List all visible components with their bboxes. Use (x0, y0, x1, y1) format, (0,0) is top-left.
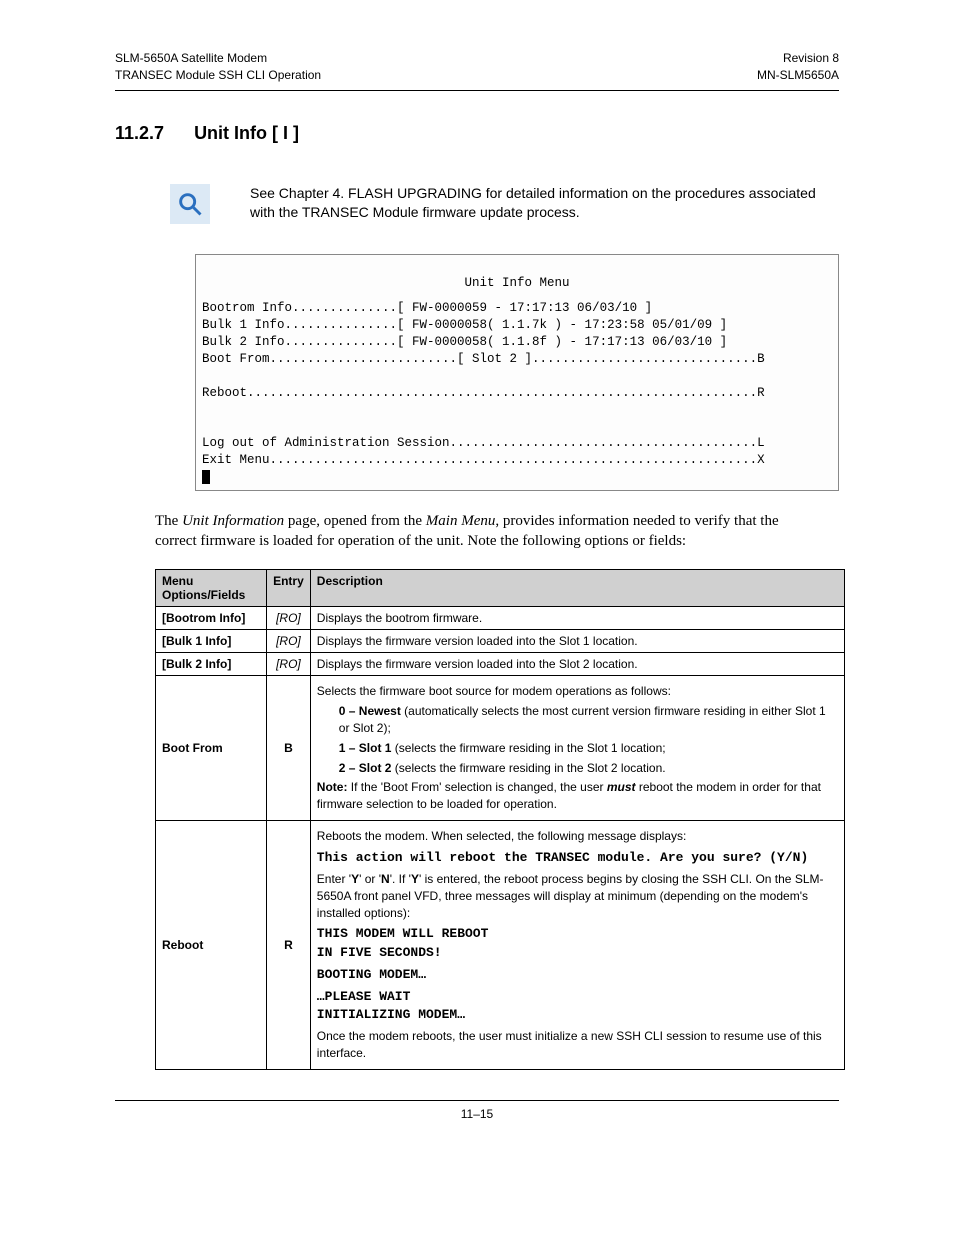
terminal-line: Bulk 1 Info...............[ FW-0000058( … (202, 318, 727, 332)
table-row: [Bulk 2 Info] [RO] Displays the firmware… (156, 653, 845, 676)
options-table: Menu Options/Fields Entry Description [B… (155, 569, 845, 1069)
col-header-entry: Entry (267, 570, 311, 607)
page-header: SLM-5650A Satellite Modem TRANSEC Module… (115, 50, 839, 84)
header-right-1: Revision 8 (757, 50, 839, 67)
terminal-line: Bulk 2 Info...............[ FW-0000058( … (202, 335, 727, 349)
terminal-line: Bootrom Info..............[ FW-0000059 -… (202, 301, 652, 315)
info-callout-text: See Chapter 4. FLASH UPGRADING for detai… (250, 184, 839, 223)
section-heading: 11.2.7 Unit Info [ I ] (115, 123, 839, 144)
terminal-title: Unit Info Menu (202, 275, 832, 292)
table-row: [Bootrom Info] [RO] Displays the bootrom… (156, 607, 845, 630)
page-footer: 11–15 (115, 1100, 839, 1121)
col-header-description: Description (310, 570, 844, 607)
terminal-cursor (202, 470, 210, 484)
header-left-2: TRANSEC Module SSH CLI Operation (115, 67, 321, 84)
col-header-options: Menu Options/Fields (156, 570, 267, 607)
table-row: Boot From B Selects the firmware boot so… (156, 676, 845, 821)
terminal-screenshot: Unit Info Menu Bootrom Info..............… (195, 254, 839, 491)
terminal-line: Boot From.........................[ Slot… (202, 352, 765, 366)
header-left-1: SLM-5650A Satellite Modem (115, 50, 321, 67)
terminal-line: Exit Menu...............................… (202, 453, 765, 467)
table-row: [Bulk 1 Info] [RO] Displays the firmware… (156, 630, 845, 653)
body-paragraph: The Unit Information page, opened from t… (155, 511, 799, 552)
terminal-line: Reboot..................................… (202, 386, 765, 400)
search-icon (170, 184, 210, 224)
terminal-line: Log out of Administration Session.......… (202, 436, 765, 450)
section-number: 11.2.7 (115, 123, 164, 143)
section-title: Unit Info [ I ] (194, 123, 299, 143)
header-rule (115, 90, 839, 91)
header-right-2: MN-SLM5650A (757, 67, 839, 84)
table-row: Reboot R Reboots the modem. When selecte… (156, 821, 845, 1070)
